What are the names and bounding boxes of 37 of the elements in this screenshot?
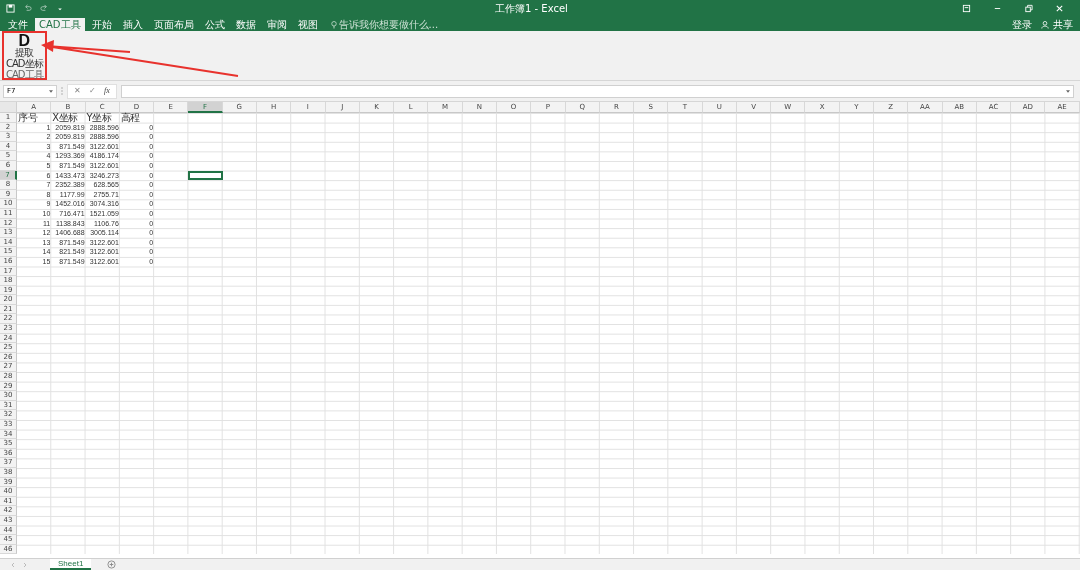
- extract-coordinates-button[interactable]: D 提取 CAD坐标: [6, 33, 43, 69]
- cancel-button[interactable]: ✕: [72, 86, 83, 96]
- ribbon-tab[interactable]: 开始: [87, 18, 116, 31]
- window-title: 工作簿1 - Excel: [495, 2, 568, 16]
- table-cell-text: 序号: [17, 113, 39, 123]
- active-cell[interactable]: [188, 170, 223, 181]
- share-button[interactable]: 共享: [1050, 18, 1076, 31]
- customize-icon[interactable]: [57, 5, 63, 12]
- undo-icon[interactable]: [23, 4, 32, 13]
- lightbulb-icon: [330, 20, 337, 29]
- ribbon-tab[interactable]: 公式: [200, 18, 229, 31]
- table-cell-text: 高程: [119, 113, 141, 123]
- sign-in-link[interactable]: 登录: [1009, 18, 1035, 31]
- redo-icon[interactable]: [40, 4, 49, 13]
- expand-icon[interactable]: [1066, 89, 1070, 93]
- table-cell-text: X坐标: [51, 113, 79, 123]
- enter-button[interactable]: ✓: [87, 86, 98, 96]
- ribbon-tab[interactable]: 视图: [293, 18, 322, 31]
- ribbon-tab[interactable]: 数据: [231, 18, 260, 31]
- sheet-tab[interactable]: Sheet1: [50, 559, 92, 570]
- ribbon-tab[interactable]: 插入: [118, 18, 147, 31]
- table-cell-text: Y坐标: [85, 113, 113, 123]
- ribbon-tab[interactable]: 页面布局: [149, 18, 198, 31]
- person-icon: [1041, 20, 1049, 29]
- ribbon-display-icon[interactable]: [962, 4, 971, 13]
- tell-me-field[interactable]: 告诉我你想要做什么...: [330, 18, 459, 31]
- add-sheet-icon[interactable]: [107, 560, 117, 569]
- close-icon[interactable]: [1055, 4, 1064, 13]
- formula-input-field[interactable]: [120, 84, 1074, 98]
- ribbon-tab[interactable]: 文件: [4, 18, 32, 31]
- caret-icon: [49, 89, 53, 93]
- insert-function-button[interactable]: fx: [102, 86, 112, 96]
- ribbon-tab[interactable]: CAD工具: [35, 18, 85, 31]
- ribbon-tab[interactable]: 审阅: [262, 18, 291, 31]
- restore-icon[interactable]: [1024, 4, 1033, 13]
- save-icon[interactable]: [6, 4, 15, 13]
- group-label: CAD工具: [6, 69, 43, 80]
